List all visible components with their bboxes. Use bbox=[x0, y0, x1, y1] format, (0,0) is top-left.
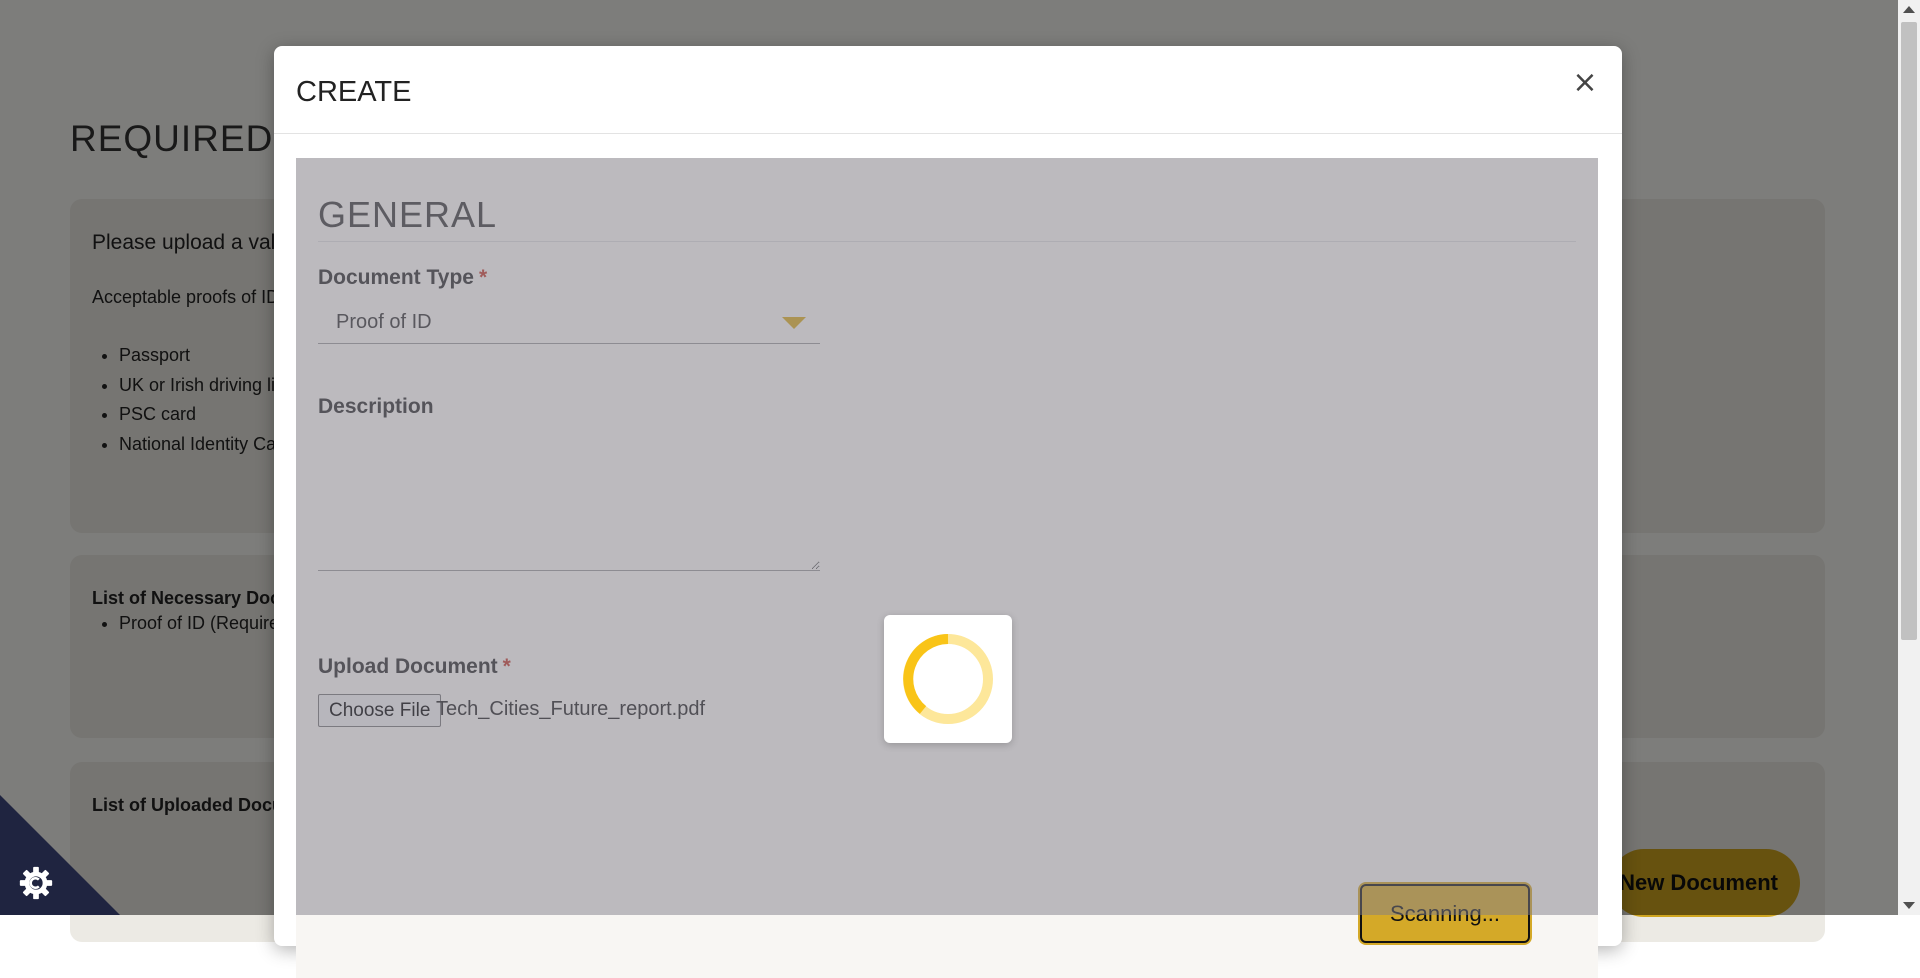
page-scrollbar[interactable] bbox=[1898, 0, 1920, 915]
scroll-thumb[interactable] bbox=[1901, 22, 1917, 640]
scroll-down-arrow[interactable] bbox=[1903, 902, 1915, 909]
loading-spinner-box bbox=[884, 615, 1012, 743]
loading-overlay bbox=[296, 158, 1598, 915]
loading-spinner-icon bbox=[903, 634, 993, 724]
close-icon[interactable]: × bbox=[1570, 68, 1600, 98]
modal-title: CREATE bbox=[296, 76, 412, 108]
modal-header: CREATE × bbox=[274, 46, 1622, 134]
cookie-settings-icon bbox=[19, 866, 53, 900]
scroll-up-arrow[interactable] bbox=[1903, 6, 1915, 13]
